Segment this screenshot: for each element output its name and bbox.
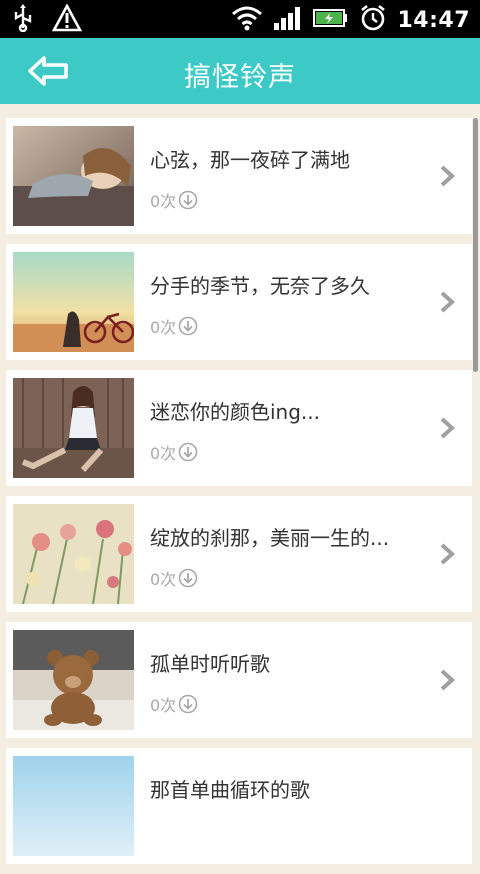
download-count-text: 0次 — [150, 444, 177, 463]
chevron-right-icon — [440, 543, 455, 565]
song-title: 绽放的刹那，美丽一生的... — [150, 526, 390, 550]
song-item[interactable]: 心弦，那一夜碎了满地 0次 — [6, 118, 472, 234]
song-thumbnail — [13, 126, 134, 226]
download-count: 0次 — [150, 692, 198, 716]
song-thumbnail — [13, 630, 134, 730]
download-count-text: 0次 — [150, 192, 177, 211]
song-item[interactable]: 绽放的刹那，美丽一生的... 0次 — [6, 496, 472, 612]
download-count-text: 0次 — [150, 318, 177, 337]
download-count: 0次 — [150, 314, 198, 338]
usb-icon — [12, 4, 34, 36]
wifi-icon — [231, 5, 263, 35]
download-count: 0次 — [150, 188, 198, 212]
page-title: 搞怪铃声 — [184, 62, 296, 93]
chevron-right-icon — [440, 417, 455, 439]
title-bar: 搞怪铃声 — [0, 38, 480, 104]
chevron-right-icon — [440, 165, 455, 187]
song-item[interactable]: 孤单时听听歌 0次 — [6, 622, 472, 738]
status-bar: 14:47 — [0, 0, 480, 38]
song-title: 那首单曲循环的歌 — [150, 778, 310, 802]
download-count-text: 0次 — [150, 696, 177, 715]
signal-icon — [273, 5, 303, 35]
song-title: 迷恋你的颜色ing... — [150, 400, 320, 424]
alarm-icon — [359, 4, 387, 36]
download-icon — [178, 316, 198, 336]
song-title: 孤单时听听歌 — [150, 652, 270, 676]
song-thumbnail — [13, 378, 134, 478]
chevron-right-icon — [440, 669, 455, 691]
song-thumbnail — [13, 756, 134, 856]
song-thumbnail — [13, 504, 134, 604]
clock-time: 14:47 — [397, 7, 470, 33]
download-icon — [178, 190, 198, 210]
warning-icon — [51, 3, 83, 36]
download-icon — [178, 442, 198, 462]
song-item[interactable]: 迷恋你的颜色ing... 0次 — [6, 370, 472, 486]
download-count-text: 0次 — [150, 570, 177, 589]
battery-icon — [313, 5, 349, 35]
song-item[interactable]: 那首单曲循环的歌 — [6, 748, 472, 864]
song-item[interactable]: 分手的季节，无奈了多久 0次 — [6, 244, 472, 360]
song-title: 分手的季节，无奈了多久 — [150, 274, 370, 298]
download-icon — [178, 694, 198, 714]
scrollbar[interactable] — [473, 118, 478, 372]
download-count: 0次 — [150, 440, 198, 464]
download-icon — [178, 568, 198, 588]
song-thumbnail — [13, 252, 134, 352]
song-list: 心弦，那一夜碎了满地 0次 分手的季节，无奈了多久 0次 迷恋你的颜色ing..… — [6, 118, 472, 874]
song-title: 心弦，那一夜碎了满地 — [150, 148, 350, 172]
download-count: 0次 — [150, 566, 198, 590]
chevron-right-icon — [440, 291, 455, 313]
